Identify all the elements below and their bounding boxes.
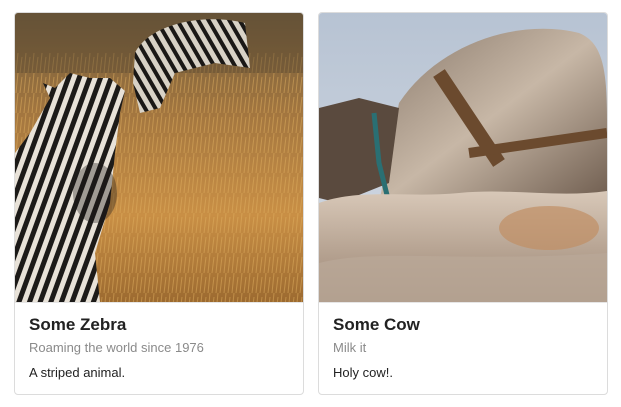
card-body: Some Zebra Roaming the world since 1976 … xyxy=(15,302,303,394)
card-cow[interactable]: Some Cow Milk it Holy cow!. xyxy=(318,12,608,395)
card-text: A striped animal. xyxy=(29,365,126,380)
card-title: Some Cow xyxy=(333,315,420,334)
card-text: Holy cow!. xyxy=(333,365,393,380)
card-subtitle: Milk it xyxy=(333,340,367,355)
card-subtitle: Roaming the world since 1976 xyxy=(29,340,204,355)
card-body: Some Cow Milk it Holy cow!. xyxy=(319,302,607,394)
card-zebra[interactable]: Some Zebra Roaming the world since 1976 … xyxy=(14,12,304,395)
card-title: Some Zebra xyxy=(29,315,127,334)
card-grid: Some Zebra Roaming the world since 1976 … xyxy=(0,0,621,407)
cow-image xyxy=(319,13,607,302)
zebra-image xyxy=(15,13,303,302)
